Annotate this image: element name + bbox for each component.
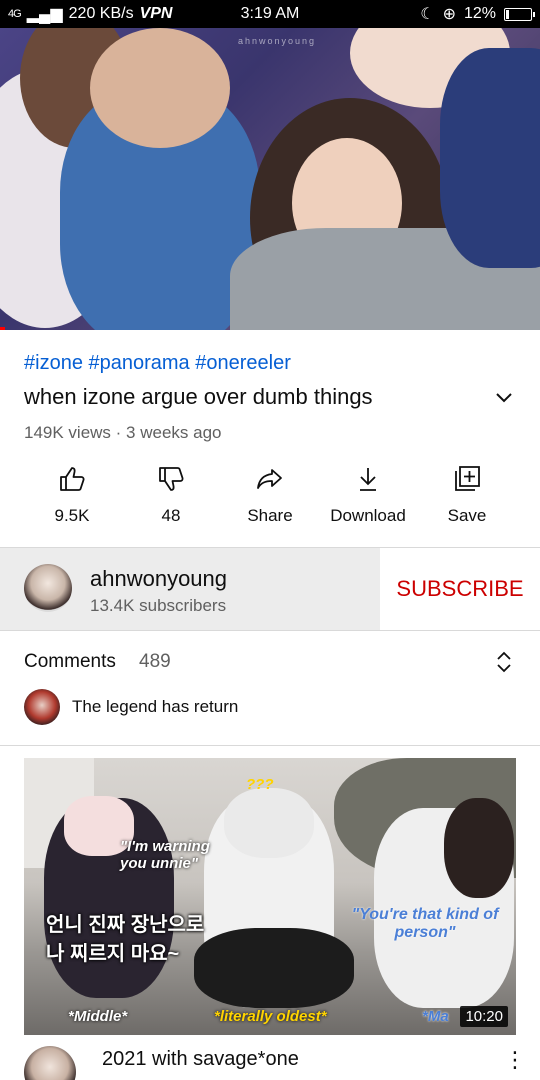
dislike-button[interactable]: 48: [121, 462, 221, 526]
next-video-thumbnail[interactable]: ??? "I'm warning you unnie" 언니 진짜 장난으로 나…: [24, 758, 516, 1035]
network-speed: 220 KB/s: [68, 5, 134, 22]
thumbs-down-icon: [159, 467, 184, 491]
download-label: Download: [330, 506, 406, 525]
caption-ma: *Ma: [422, 1008, 449, 1025]
battery-percent: 12%: [463, 5, 496, 22]
download-icon: [360, 468, 376, 491]
save-label: Save: [447, 506, 487, 525]
video-player[interactable]: ahnwonyoung: [0, 28, 540, 330]
video-meta: 149K views · 3 weeks ago: [24, 423, 222, 442]
video-title: when izone argue over dumb things: [24, 384, 373, 409]
caption-warning: "I'm warning you unnie": [120, 838, 210, 872]
save-button[interactable]: Save: [417, 462, 517, 526]
status-bar: 4G ▂▄▆ 220 KB/s VPN 3:19 AM ☾ ⊕ 12%: [0, 0, 540, 28]
progress-bar[interactable]: [0, 327, 6, 330]
battery-icon: [504, 7, 535, 21]
dislike-count: 48: [161, 506, 181, 525]
next-video-channel-avatar[interactable]: [24, 1046, 76, 1080]
add-to-playlist-icon: [455, 466, 480, 491]
top-comment: The legend has return: [72, 697, 239, 716]
more-vert-icon[interactable]: ⋮: [504, 1049, 526, 1074]
subscribe-button[interactable]: SUBSCRIBE: [380, 548, 540, 630]
download-button[interactable]: Download: [318, 462, 418, 526]
rotation-lock-icon: ⊕: [442, 6, 456, 23]
channel-avatar[interactable]: [24, 564, 72, 612]
caption-middle: *Middle*: [68, 1008, 128, 1025]
channel-name[interactable]: ahnwonyoung: [90, 566, 227, 592]
comments-title: Comments: [24, 651, 116, 672]
share-label: Share: [247, 506, 293, 525]
next-video-title[interactable]: 2021 with savage*one: [102, 1048, 299, 1071]
thumbs-up-icon: [60, 467, 85, 491]
signal-icon: 4G: [8, 8, 22, 20]
divider: [0, 745, 540, 746]
hair-right: [444, 798, 514, 898]
caption-person: "You're that kind of person": [351, 906, 499, 941]
comments-count: 489: [139, 651, 171, 672]
comments-section[interactable]: Comments 489 The legend has return: [0, 631, 540, 745]
caption-korean: 언니 진짜 장난으로 나 찌르지 마요~: [46, 914, 205, 965]
share-button[interactable]: Share: [220, 462, 320, 526]
caption-oldest: *literally oldest*: [214, 1008, 327, 1025]
face-covered: [90, 28, 230, 148]
action-bar: 9.5K 48 Share Download Save: [0, 462, 540, 532]
channel-row[interactable]: ahnwonyoung 13.4K subscribers: [0, 548, 380, 630]
hashtags[interactable]: #izone #panorama #onereeler: [24, 352, 291, 375]
like-count: 9.5K: [54, 506, 90, 525]
commenter-avatar: [24, 689, 60, 725]
caption-question: ???: [246, 776, 274, 793]
person-right: [440, 48, 540, 268]
chevron-down-icon[interactable]: [492, 386, 516, 410]
signal-bars-icon: ▂▄▆: [26, 6, 63, 23]
video-duration: 10:20: [460, 1006, 508, 1027]
share-icon: [257, 469, 282, 489]
like-button[interactable]: 9.5K: [22, 462, 122, 526]
expand-collapse-icon[interactable]: [494, 649, 514, 675]
watermark: ahnwonyoung: [238, 36, 317, 46]
legs-center: [194, 928, 354, 1008]
subscriber-count: 13.4K subscribers: [90, 596, 227, 615]
vpn-label: VPN: [139, 5, 173, 22]
moon-icon: ☾: [420, 6, 435, 23]
